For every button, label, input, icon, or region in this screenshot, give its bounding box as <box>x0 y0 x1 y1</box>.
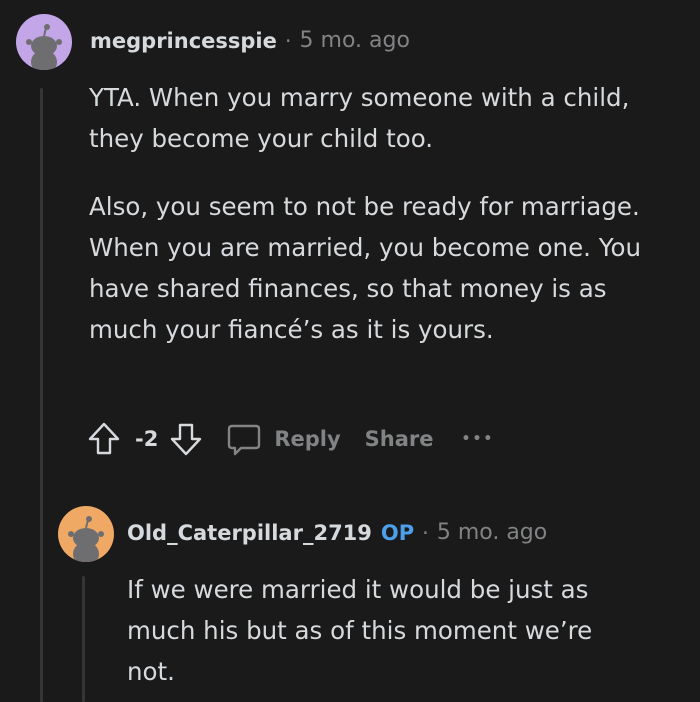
vote-count: -2 <box>135 427 159 451</box>
comment-bubble-icon <box>228 424 261 456</box>
avatar[interactable] <box>58 506 114 562</box>
share-button[interactable]: Share <box>365 427 434 451</box>
avatar[interactable] <box>16 14 72 70</box>
comment-body: If we were married it would be just as m… <box>127 569 647 692</box>
comment-actions: -2 Reply Share ••• <box>86 418 494 460</box>
comment-paragraph: If we were married it would be just as m… <box>127 575 593 686</box>
snoo-avatar-icon <box>16 14 72 70</box>
comment-header: Old_Caterpillar_2719 OP · 5 mo. ago <box>127 520 547 545</box>
separator-dot: · <box>422 520 429 545</box>
snoo-avatar-icon <box>58 506 114 562</box>
reply-label: Reply <box>274 427 341 451</box>
downvote-arrow-icon <box>171 423 202 456</box>
reply-button[interactable]: Reply <box>226 421 341 457</box>
comment-header: megprincesspie · 5 mo. ago <box>90 28 410 53</box>
comment-paragraph: YTA. When you marry someone with a child… <box>89 83 630 153</box>
username[interactable]: megprincesspie <box>90 29 277 53</box>
timestamp[interactable]: 5 mo. ago <box>300 28 410 53</box>
comment-body: YTA. When you marry someone with a child… <box>89 77 669 350</box>
more-options-button[interactable]: ••• <box>462 431 495 447</box>
thread-line-reply[interactable] <box>82 576 85 702</box>
downvote-button[interactable] <box>168 420 204 458</box>
separator-dot: · <box>284 28 292 53</box>
timestamp[interactable]: 5 mo. ago <box>437 520 547 545</box>
comment-paragraph: Also, you seem to not be ready for marri… <box>89 192 641 344</box>
username[interactable]: Old_Caterpillar_2719 <box>127 521 372 545</box>
upvote-arrow-icon <box>88 422 120 455</box>
upvote-button[interactable] <box>86 420 122 458</box>
op-badge: OP <box>380 520 415 545</box>
thread-line-main[interactable] <box>40 88 43 702</box>
